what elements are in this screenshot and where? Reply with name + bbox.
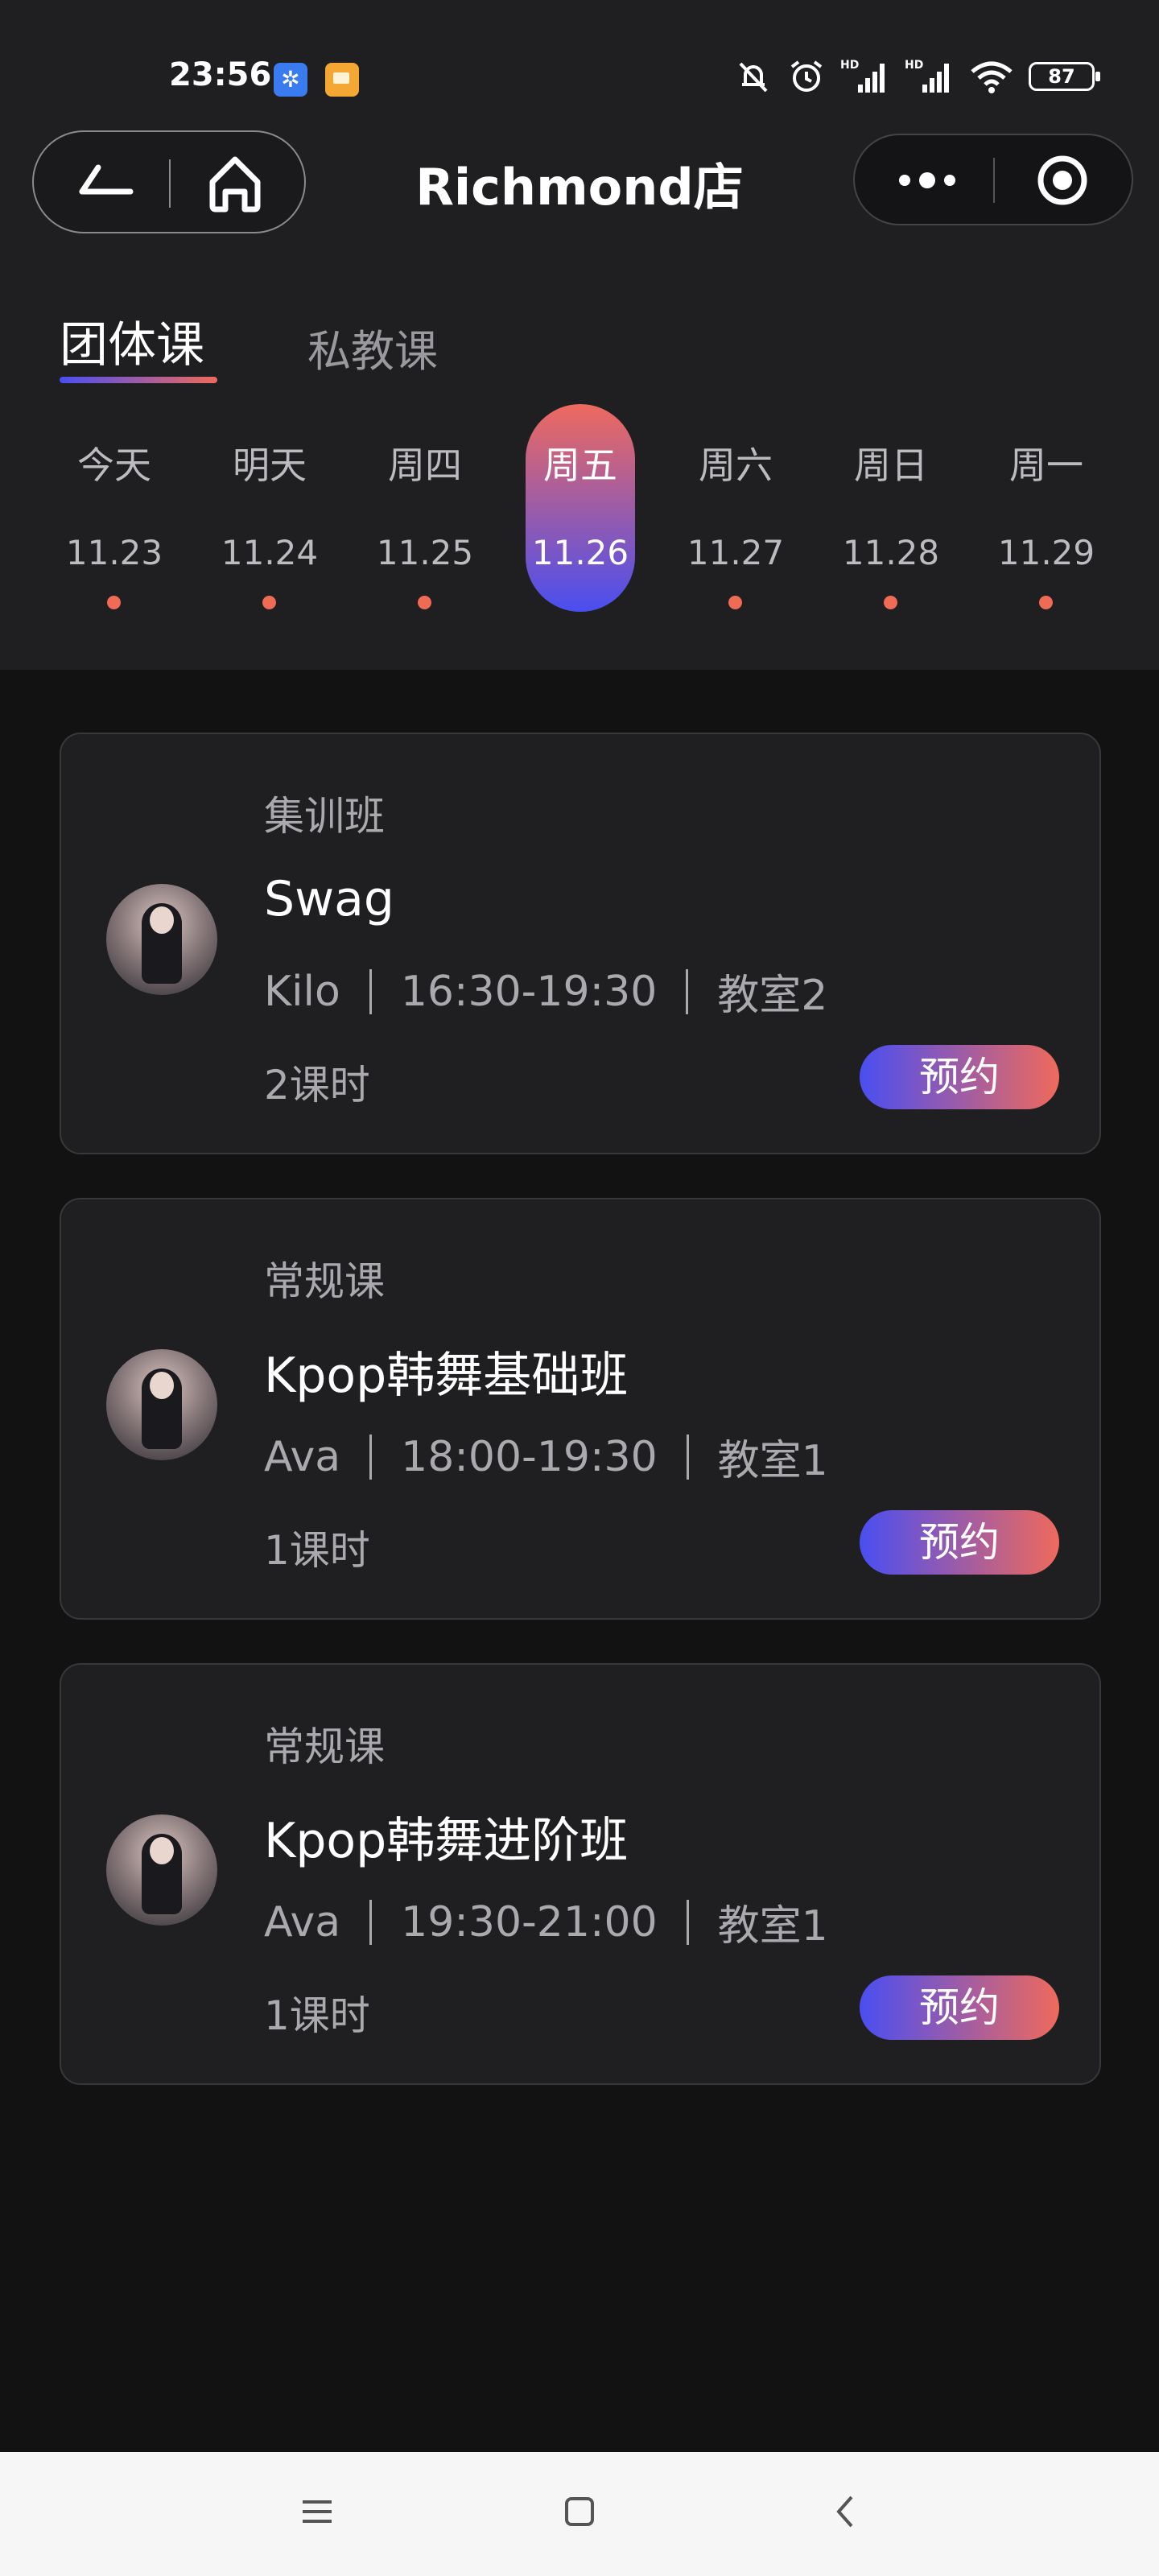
tab-private-class[interactable]: 私教课 — [307, 316, 438, 379]
alarm-icon — [790, 60, 823, 92]
class-time: 19:30-21:00 — [401, 1897, 658, 1946]
day-item[interactable]: 明天 11.24 — [213, 404, 326, 613]
svg-text:HD: HD — [840, 59, 859, 72]
day-item[interactable]: 今天 11.23 — [58, 404, 171, 613]
day-date: 11.26 — [531, 533, 629, 572]
menu-icon[interactable] — [298, 2486, 336, 2537]
back-icon[interactable] — [66, 156, 138, 208]
class-time: 18:00-19:30 — [401, 1432, 658, 1481]
class-dot — [418, 596, 431, 609]
class-dot — [262, 596, 276, 609]
nav-capsule-left — [32, 130, 306, 233]
wifi-icon — [971, 61, 1013, 93]
day-name: 周四 — [388, 444, 462, 487]
class-name: Kpop韩舞基础班 — [264, 1348, 629, 1404]
day-item-selected[interactable]: 周五 11.26 — [524, 404, 637, 613]
class-name: Swag — [264, 871, 395, 927]
meta-divider — [686, 1899, 689, 1945]
day-item[interactable]: 周一 11.29 — [990, 404, 1103, 613]
day-date: 11.24 — [221, 533, 319, 572]
book-button[interactable]: 预约 — [860, 1045, 1059, 1109]
more-icon[interactable] — [887, 151, 967, 209]
class-room: 教室1 — [717, 1437, 828, 1485]
class-room: 教室1 — [717, 1902, 828, 1951]
class-dot — [107, 596, 121, 609]
class-dot — [728, 596, 742, 609]
class-card[interactable]: 常规课 Kpop韩舞进阶班 Ava 19:30-21:00 教室1 1课时 预约 — [60, 1663, 1101, 2085]
day-item[interactable]: 周日 11.28 — [835, 404, 947, 613]
hd-signal-icon: HD — [840, 59, 885, 93]
class-card[interactable]: 集训班 Swag Kilo 16:30-19:30 教室2 2课时 预约 — [60, 733, 1101, 1154]
class-meta: Ava 18:00-19:30 教室1 — [264, 1426, 828, 1487]
class-time: 16:30-19:30 — [400, 967, 658, 1016]
day-item[interactable]: 周四 11.25 — [369, 404, 481, 613]
teacher-name: Kilo — [264, 967, 340, 1016]
book-button[interactable]: 预约 — [860, 1510, 1059, 1575]
day-date: 11.23 — [65, 533, 163, 572]
back-chevron-icon[interactable] — [826, 2486, 864, 2537]
day-date: 11.28 — [842, 533, 940, 572]
class-name: Kpop韩舞进阶班 — [264, 1813, 629, 1869]
tab-group-class[interactable]: 团体课 — [60, 306, 204, 376]
system-navigation-bar — [0, 2452, 1159, 2576]
class-type: 集训班 — [264, 793, 385, 840]
class-type: 常规课 — [264, 1258, 385, 1305]
class-type: 常规课 — [264, 1724, 385, 1770]
day-name: 周六 — [699, 444, 773, 487]
capsule-divider — [169, 159, 171, 208]
class-meta: Kilo 16:30-19:30 教室2 — [264, 961, 827, 1022]
class-hours: 2课时 — [264, 1062, 370, 1108]
app-note-icon — [325, 63, 359, 97]
capsule-divider — [993, 158, 995, 203]
day-date: 11.29 — [997, 533, 1095, 572]
meta-divider — [369, 1899, 373, 1945]
day-name: 今天 — [77, 444, 151, 487]
teacher-avatar — [106, 884, 217, 995]
class-hours: 1课时 — [264, 1992, 370, 2039]
day-date: 11.25 — [376, 533, 474, 572]
mute-bell-icon — [739, 62, 768, 93]
meta-divider — [686, 968, 689, 1014]
day-date: 11.27 — [687, 533, 785, 572]
meta-divider — [686, 1434, 689, 1480]
book-button[interactable]: 预约 — [860, 1975, 1059, 2040]
home-square-icon[interactable] — [560, 2486, 599, 2537]
teacher-name: Ava — [264, 1432, 341, 1481]
day-name: 周日 — [854, 444, 928, 487]
page-title: Richmond店 — [415, 158, 744, 217]
class-dot — [1039, 596, 1053, 609]
day-name: 明天 — [233, 444, 307, 487]
teacher-avatar — [106, 1814, 217, 1926]
teacher-avatar — [106, 1349, 217, 1460]
class-meta: Ava 19:30-21:00 教室1 — [264, 1892, 828, 1952]
class-card[interactable]: 常规课 Kpop韩舞基础班 Ava 18:00-19:30 教室1 1课时 预约 — [60, 1198, 1101, 1620]
meta-divider — [369, 1434, 373, 1480]
svg-text:HD: HD — [905, 59, 923, 72]
nav-capsule-right — [853, 134, 1133, 225]
teacher-name: Ava — [264, 1897, 341, 1946]
home-icon[interactable] — [201, 150, 269, 217]
day-name: 周五 — [543, 444, 617, 487]
class-hours: 1课时 — [264, 1527, 370, 1574]
day-item[interactable]: 周六 11.27 — [679, 404, 792, 613]
class-dot — [884, 596, 897, 609]
status-bar: 23:56 ✲ HD HD 87 — [0, 0, 1159, 97]
meta-divider — [369, 968, 372, 1014]
app-snowflake-icon: ✲ — [274, 63, 307, 97]
class-room: 教室2 — [717, 972, 828, 1020]
battery-icon: 87 — [1029, 62, 1100, 91]
hd-signal-icon: HD — [905, 59, 949, 93]
tab-active-indicator — [60, 377, 217, 383]
status-time: 23:56 — [169, 56, 272, 93]
day-name: 周一 — [1009, 444, 1083, 487]
close-target-icon[interactable] — [1033, 151, 1091, 209]
selected-day-pill — [526, 404, 635, 612]
